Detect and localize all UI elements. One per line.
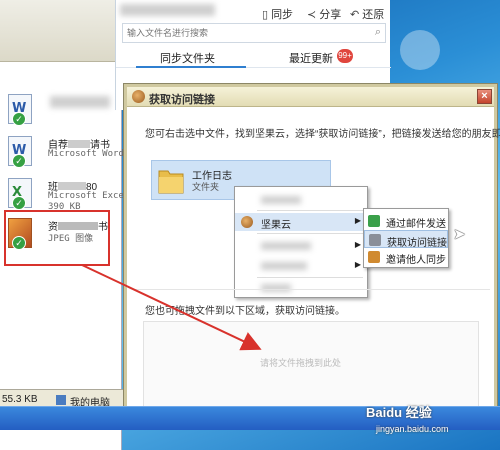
menu-divider bbox=[257, 277, 363, 278]
context-menu-item[interactable]: ▶ bbox=[235, 257, 367, 275]
close-button[interactable]: × bbox=[477, 89, 492, 104]
active-tab-indicator bbox=[136, 66, 246, 68]
explorer-toolbar bbox=[0, 0, 121, 62]
search-icon[interactable]: ⌕ bbox=[375, 26, 381, 39]
share-icon: ≺ bbox=[307, 9, 317, 21]
context-menu-item-jianguoyun[interactable]: 坚果云 ▶ bbox=[235, 213, 367, 231]
tab-bar: 同步文件夹 最近更新 99+ bbox=[116, 46, 391, 68]
file-drop-zone[interactable]: 请将文件拖拽到此处 bbox=[143, 321, 479, 409]
file-explorer-window: W ✓ W ✓ 自荐 请书 Microsoft Word X ✓ 班 80 Micr… bbox=[0, 0, 129, 450]
context-menu: 坚果云 ▶ ▶ ▶ bbox=[234, 186, 368, 298]
watermark-url: jingyan.baidu.com bbox=[376, 424, 449, 434]
tab-sync-folders[interactable]: 同步文件夹 bbox=[160, 50, 215, 66]
restore-button[interactable]: ↶ 还原 bbox=[350, 6, 384, 22]
get-link-dialog: 获取访问链接 × 您可右击选中文件，找到坚果云，选择“获取访问链接”，把链接发送… bbox=[124, 84, 500, 414]
submenu-arrow-icon: ▶ bbox=[354, 260, 361, 269]
share-button[interactable]: ≺ 分享 bbox=[307, 6, 341, 22]
file-type: Microsoft Word bbox=[48, 149, 124, 159]
menu-item-send-by-email[interactable]: 通过邮件发送 bbox=[364, 212, 448, 230]
synced-check-icon: ✓ bbox=[12, 154, 26, 168]
section-divider bbox=[135, 289, 490, 290]
context-menu-item[interactable]: ▶ bbox=[235, 237, 367, 255]
drop-instruction: 您也可拖拽文件到以下区域，获取访问链接。 bbox=[145, 306, 345, 317]
jianguoyun-logo-icon bbox=[132, 90, 145, 103]
redacted-menu-text bbox=[261, 262, 307, 270]
dialog-titlebar[interactable]: 获取访问链接 × bbox=[127, 87, 494, 107]
menu-item-invite-sync[interactable]: 邀请他人同步 bbox=[364, 248, 448, 266]
status-size: 55.3 KB bbox=[2, 394, 38, 405]
jianguoyun-submenu: 通过邮件发送 获取访问链接 邀请他人同步 bbox=[363, 208, 449, 268]
file-type: Microsoft Excel bbox=[48, 191, 130, 201]
annotation-highlight-box bbox=[4, 210, 110, 266]
redacted-filename bbox=[50, 96, 110, 108]
synced-check-icon: ✓ bbox=[12, 196, 26, 210]
synced-check-icon: ✓ bbox=[12, 112, 26, 126]
redacted-menu-text bbox=[261, 242, 311, 250]
phone-sync-icon: ▯ bbox=[262, 9, 269, 21]
context-menu-item[interactable] bbox=[235, 279, 367, 297]
computer-icon bbox=[56, 395, 66, 405]
sync-button[interactable]: ▯ 同步 bbox=[262, 6, 293, 22]
redacted-menu-text bbox=[261, 284, 291, 292]
undo-icon: ↶ bbox=[350, 9, 360, 21]
water-splash bbox=[400, 30, 440, 70]
search-input[interactable] bbox=[123, 24, 363, 42]
context-menu-item[interactable] bbox=[235, 191, 367, 209]
notification-badge: 99+ bbox=[337, 49, 353, 63]
folder-icon bbox=[158, 170, 184, 194]
menu-divider bbox=[257, 210, 363, 211]
people-icon bbox=[368, 251, 380, 263]
redacted-menu-text bbox=[261, 196, 301, 204]
folder-type: 文件夹 bbox=[192, 182, 220, 192]
search-box[interactable]: ⌕ bbox=[122, 23, 386, 43]
menu-item-get-link[interactable]: 获取访问链接 bbox=[364, 230, 448, 249]
menu-divider bbox=[257, 233, 363, 234]
mouse-cursor-icon: ➤ bbox=[453, 226, 466, 243]
jianguoyun-icon bbox=[241, 216, 253, 228]
instruction-text: 您可右击选中文件，找到坚果云，选择“获取访问链接”，把链接发送给您的朋友即可。 bbox=[145, 129, 500, 140]
tab-recent-updates[interactable]: 最近更新 bbox=[289, 50, 333, 66]
watermark-brand: Baidu 经验 bbox=[366, 405, 432, 420]
submenu-arrow-icon: ▶ bbox=[354, 240, 361, 249]
redacted-account bbox=[120, 4, 215, 16]
drop-hint: 请将文件拖拽到此处 bbox=[260, 358, 342, 368]
link-icon bbox=[369, 234, 381, 246]
dialog-title: 获取访问链接 bbox=[149, 94, 215, 106]
submenu-arrow-icon: ▶ bbox=[354, 216, 361, 225]
email-icon bbox=[368, 215, 380, 227]
